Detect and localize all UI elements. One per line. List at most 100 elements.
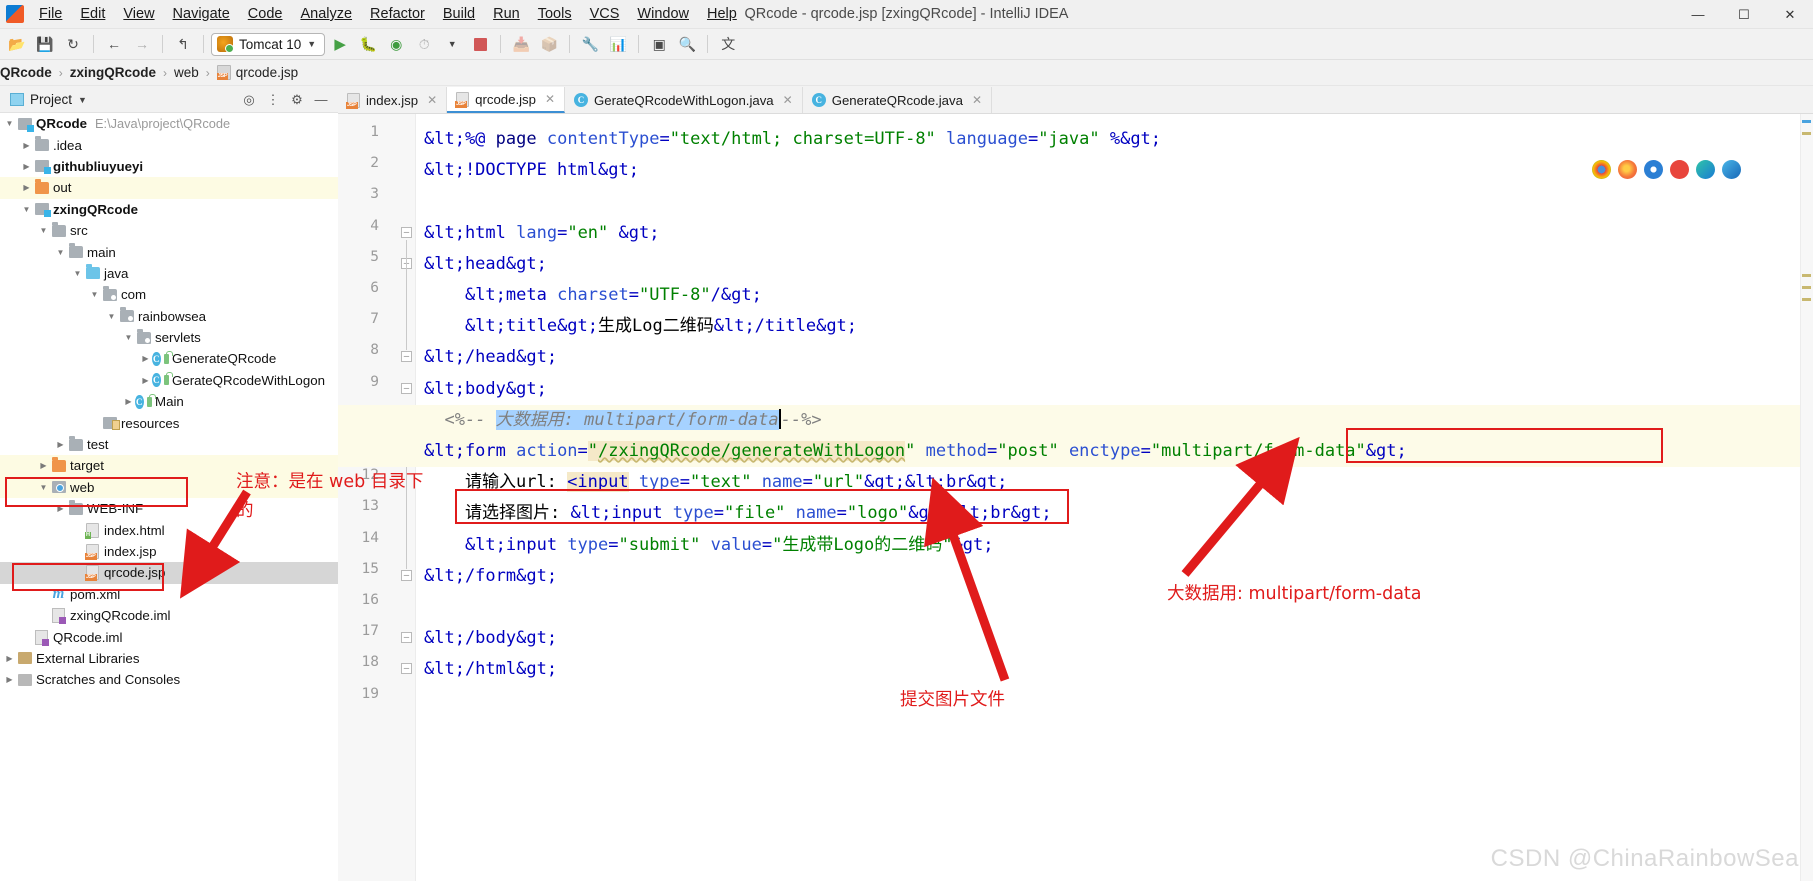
menu-item-tools[interactable]: Tools <box>529 3 581 25</box>
chevron-right-icon[interactable]: ▶ <box>20 183 33 192</box>
code-area[interactable]: &lt;%@ page contentType="text/html; char… <box>338 114 1813 881</box>
tree-item-servlets[interactable]: ▼ servlets <box>0 327 338 348</box>
menu-item-refactor[interactable]: Refactor <box>361 3 434 25</box>
menu-item-help[interactable]: Help <box>698 3 746 25</box>
chevron-down-icon[interactable]: ▼ <box>37 483 50 492</box>
breadcrumb-item-project[interactable]: QRcode <box>0 65 52 80</box>
code-fold-icon[interactable]: − <box>401 382 412 394</box>
editor-tab-gerateqrcodewithlogon-java[interactable]: C GerateQRcodeWithLogon.java ✕ <box>565 87 803 113</box>
tree-item-web-inf[interactable]: ▶ WEB-INF <box>0 498 338 519</box>
menu-item-file[interactable]: File <box>30 3 71 25</box>
tree-item-generateqrcode[interactable]: ▶ C GenerateQRcode <box>0 348 338 369</box>
code-line[interactable]: &lt;form action="/zxingQRcode/generateWi… <box>338 436 1813 468</box>
editor-tab-generateqrcode-java[interactable]: C GenerateQRcode.java ✕ <box>802 87 992 113</box>
install-icon[interactable]: 📥 <box>508 32 534 56</box>
edge-browser-icon[interactable] <box>1696 160 1715 179</box>
browser-launch-bar[interactable] <box>1592 160 1741 179</box>
code-line[interactable]: 请选择图片: &lt;input type="file" name="logo"… <box>416 498 1813 529</box>
code-line[interactable]: &lt;html lang="en" &gt; <box>416 218 1813 249</box>
wrench-icon[interactable]: 🔧 <box>577 32 603 56</box>
tree-item-qrcode-jsp[interactable]: JSP qrcode.jsp <box>0 562 338 584</box>
code-line[interactable]: &lt;/html&gt; <box>416 654 1813 685</box>
chevron-down-icon[interactable]: ▼ <box>20 205 33 214</box>
run-icon[interactable]: ▶ <box>327 32 353 56</box>
tree-item-test[interactable]: ▶ test <box>0 434 338 455</box>
tree-item-out[interactable]: ▶ out <box>0 177 338 199</box>
chevron-right-icon[interactable]: ▶ <box>54 440 67 449</box>
menu-item-edit[interactable]: Edit <box>71 3 114 25</box>
tree-item-com[interactable]: ▼ com <box>0 284 338 305</box>
code-editor[interactable]: 1234−5−678−9−1011−12131415−1617−18−19 &l… <box>338 114 1813 881</box>
code-line[interactable]: &lt;/body&gt; <box>416 623 1813 654</box>
menu-item-view[interactable]: View <box>114 3 163 25</box>
tree-item-githubliuyueyi[interactable]: ▶ githubliuyueyi <box>0 156 338 177</box>
tree-item-zxingqrcode[interactable]: ▼ zxingQRcode <box>0 199 338 220</box>
close-icon[interactable]: ✕ <box>545 92 555 106</box>
chevron-right-icon[interactable]: ▶ <box>54 504 67 513</box>
breadcrumb-item-web[interactable]: web <box>174 65 199 80</box>
search-icon[interactable]: 🔍 <box>674 32 700 56</box>
close-icon[interactable]: ✕ <box>427 93 437 107</box>
tree-item-java[interactable]: ▼ java <box>0 263 338 284</box>
chevron-down-icon[interactable]: ▼ <box>3 119 16 128</box>
terminal-icon[interactable]: ▣ <box>646 32 672 56</box>
chevron-down-icon[interactable]: ▼ <box>71 269 84 278</box>
minimize-button[interactable]: — <box>1675 0 1721 29</box>
structure-icon[interactable]: 📊 <box>605 32 631 56</box>
tree-item-external-libraries[interactable]: ▶ External Libraries <box>0 648 338 669</box>
tree-item-scratches-and-consoles[interactable]: ▶ Scratches and Consoles <box>0 669 338 690</box>
firefox-browser-icon[interactable] <box>1618 160 1637 179</box>
tree-item-src[interactable]: ▼ src <box>0 220 338 241</box>
editor-right-gutter[interactable] <box>1800 114 1813 881</box>
code-fold-icon[interactable]: − <box>401 569 412 581</box>
tree-item-qrcode-iml[interactable]: QRcode.iml <box>0 626 338 647</box>
code-line[interactable]: &lt;%@ page contentType="text/html; char… <box>416 124 1813 155</box>
menu-item-navigate[interactable]: Navigate <box>164 3 239 25</box>
code-line[interactable]: &lt;head&gt; <box>416 249 1813 280</box>
chevron-down-icon[interactable]: ▼ <box>105 312 118 321</box>
tree-item-idea[interactable]: ▶ .idea <box>0 134 338 155</box>
chevron-down-icon[interactable]: ▼ <box>122 333 135 342</box>
breadcrumb-item-module[interactable]: zxingQRcode <box>70 65 156 80</box>
tree-item-main[interactable]: ▼ main <box>0 241 338 262</box>
sync-icon[interactable]: ↻ <box>60 32 86 56</box>
revert-icon[interactable]: ↰ <box>170 32 196 56</box>
menu-item-run[interactable]: Run <box>484 3 529 25</box>
tree-item-qrcode[interactable]: ▼ QRcode E:\Java\project\QRcode <box>0 113 338 134</box>
code-line[interactable]: &lt;body&gt; <box>416 374 1813 405</box>
locate-icon[interactable]: ◎ <box>238 90 260 110</box>
menu-item-window[interactable]: Window <box>628 3 698 25</box>
editor-tab-qrcode-jsp[interactable]: JSP qrcode.jsp ✕ <box>447 87 566 113</box>
code-line[interactable] <box>416 592 1813 623</box>
menu-item-build[interactable]: Build <box>434 3 484 25</box>
safari-browser-icon[interactable] <box>1722 160 1741 179</box>
chevron-right-icon[interactable]: ▶ <box>122 397 135 406</box>
translate-icon[interactable]: 文 <box>715 32 741 56</box>
code-line[interactable]: &lt;input type="submit" value="生成带Logo的二… <box>416 530 1813 561</box>
explorer-browser-icon[interactable] <box>1644 160 1663 179</box>
chevron-right-icon[interactable]: ▶ <box>37 461 50 470</box>
code-fold-icon[interactable]: − <box>401 226 412 238</box>
code-line[interactable]: &lt;title&gt;生成Log二维码&lt;/title&gt; <box>416 311 1813 342</box>
save-icon[interactable]: 💾 <box>32 32 58 56</box>
code-fold-icon[interactable]: − <box>401 351 412 363</box>
tree-item-zxingqrcode-iml[interactable]: zxingQRcode.iml <box>0 605 338 626</box>
run-coverage-icon[interactable]: ◉ <box>383 32 409 56</box>
code-fold-icon[interactable]: − <box>401 632 412 644</box>
code-line[interactable]: 请输入url: <input type="text" name="url"&gt… <box>416 467 1813 498</box>
chevron-right-icon[interactable]: ▶ <box>139 376 152 385</box>
close-icon[interactable]: ✕ <box>783 93 793 107</box>
maximize-button[interactable]: ☐ <box>1721 0 1767 29</box>
update-icon[interactable]: 📦 <box>536 32 562 56</box>
profile-icon[interactable]: ⏱ <box>411 32 437 56</box>
chevron-down-icon[interactable]: ▼ <box>88 290 101 299</box>
opera-browser-icon[interactable] <box>1670 160 1689 179</box>
debug-icon[interactable]: 🐛 <box>355 32 381 56</box>
editor-gutter[interactable]: 1234−5−678−9−1011−12131415−1617−18−19 <box>338 114 416 881</box>
chevron-right-icon[interactable]: ▶ <box>20 162 33 171</box>
editor-tab-index-jsp[interactable]: JSP index.jsp ✕ <box>338 87 448 113</box>
breadcrumb-item-file[interactable]: qrcode.jsp <box>216 65 298 80</box>
code-line[interactable]: &lt;meta charset="UTF-8"/&gt; <box>416 280 1813 311</box>
close-icon[interactable]: ✕ <box>972 93 982 107</box>
chevron-right-icon[interactable]: ▶ <box>139 354 152 363</box>
